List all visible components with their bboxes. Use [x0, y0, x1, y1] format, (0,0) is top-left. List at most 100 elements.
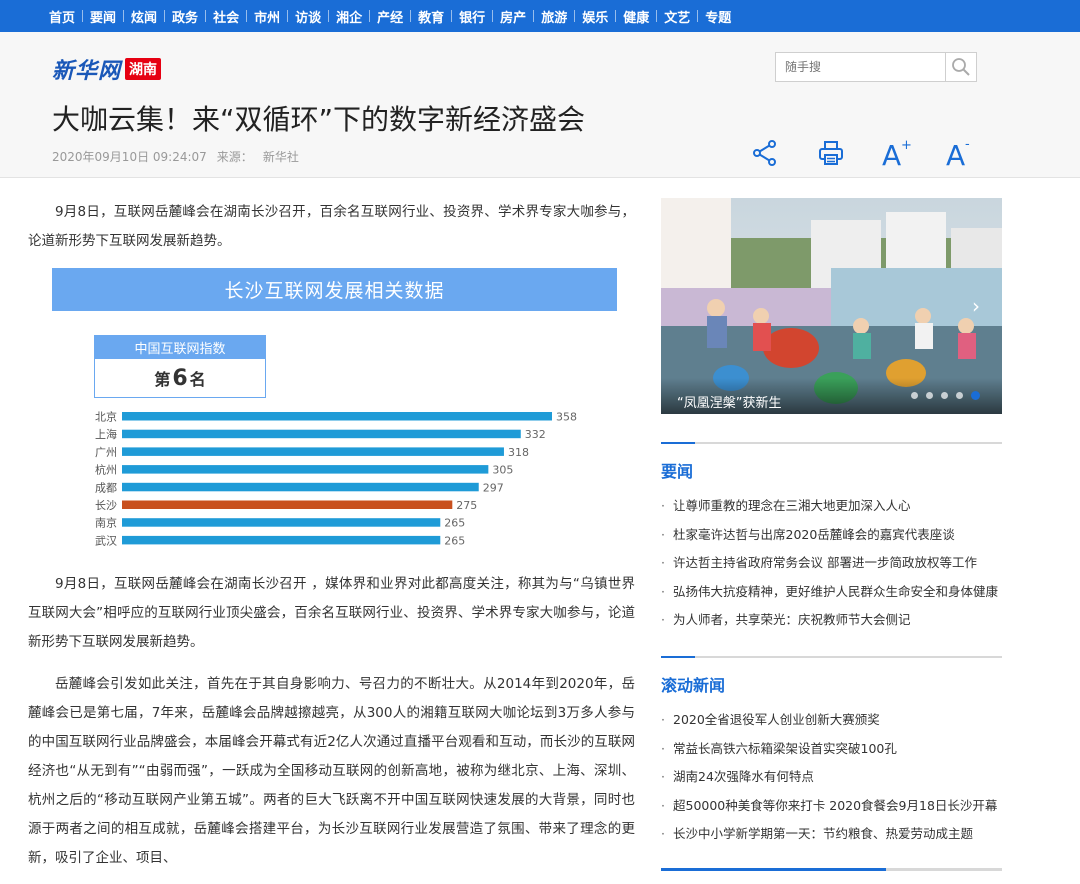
photo-slider[interactable]: › “凤凰涅槃”获新生 [661, 198, 1002, 414]
article-paragraph-1: 9月8日，互联网岳麓峰会在湖南长沙召开，百余名互联网行业、投资界、学术界专家大咖… [28, 204, 635, 249]
nav-item: 银行 [451, 7, 492, 26]
search-button[interactable] [945, 53, 976, 81]
bar [122, 482, 479, 492]
section-divider [661, 868, 1002, 871]
section-title[interactable]: 要闻 [661, 458, 1002, 481]
article-header: 新华网 湖南 大咖云集！来“双循环”下的数字新经济盛会 2020年09月10日 … [0, 32, 1080, 178]
nav-link[interactable]: 产经 [370, 7, 410, 26]
bar-value-label: 332 [525, 428, 546, 441]
nav-link[interactable]: 银行 [452, 7, 492, 26]
infographic: 长沙互联网发展相关数据 中国互联网指数 第6名 北京 358 上海 332 广州 318 杭… [52, 268, 617, 554]
news-link[interactable]: 2020全省退役军人创业创新大赛颁奖 [661, 706, 1002, 735]
bar [122, 465, 489, 474]
nav-link[interactable]: 教育 [411, 7, 451, 26]
bar [122, 412, 552, 421]
nav-item: 市州 [246, 7, 287, 26]
bar-value-label: 265 [444, 517, 465, 530]
nav-link[interactable]: 健康 [616, 7, 656, 26]
nav-link[interactable]: 访谈 [288, 7, 328, 26]
article-datetime: 2020年09月10日 09:24:07 [52, 150, 207, 164]
nav-item: 健康 [615, 7, 656, 26]
site-logo[interactable]: 新华网 湖南 [52, 54, 162, 84]
font-increase-icon: A + [882, 138, 911, 169]
news-link[interactable]: 让尊师重教的理念在三湘大地更加深入人心 [661, 492, 1002, 521]
slider-dot[interactable] [956, 392, 963, 399]
city-bar-chart: 北京 358 上海 332 广州 318 杭州 305 成都 297 长沙 275 南京 265 武汉 265 [95, 410, 577, 548]
bar-value-label: 275 [456, 499, 477, 512]
bar [122, 447, 504, 456]
bar-category-label: 广州 [95, 446, 117, 459]
nav-link[interactable]: 娱乐 [575, 7, 615, 26]
nav-link[interactable]: 首页 [42, 7, 82, 26]
share-button[interactable] [748, 136, 782, 170]
slider-dot[interactable] [971, 391, 980, 400]
bar-category-label: 成都 [95, 481, 117, 494]
nav-item: 首页 [42, 7, 82, 26]
svg-text:+: + [901, 138, 911, 153]
nav-item: 要闻 [82, 7, 123, 26]
rolling-news-list: 2020全省退役军人创业创新大赛颁奖常益长高铁六标箱梁架设首实突破100孔湖南2… [661, 706, 1002, 849]
svg-text:A: A [946, 139, 965, 169]
svg-text:-: - [965, 137, 970, 152]
bar-value-label: 358 [556, 411, 577, 424]
bar-category-label: 武汉 [95, 534, 117, 547]
print-icon [819, 141, 843, 165]
nav-link[interactable]: 专题 [698, 7, 738, 26]
svg-text:A: A [882, 139, 901, 169]
nav-item: 产经 [369, 7, 410, 26]
search-box [775, 52, 977, 82]
news-link[interactable]: 超50000种美食等你来打卡 2020食餐会9月18日长沙开幕 [661, 792, 1002, 821]
logo-region: 湖南 [125, 58, 162, 80]
news-link[interactable]: 许达哲主持省政府常务会议 部署进一步简政放权等工作 [661, 549, 1002, 578]
font-decrease-icon: A - [946, 137, 970, 169]
font-decrease-button[interactable]: A - [942, 136, 976, 170]
nav-link[interactable]: 市州 [247, 7, 287, 26]
nav-item: 炫闻 [123, 7, 164, 26]
headline-list: 让尊师重教的理念在三湘大地更加深入人心杜家毫许达哲与出席2020岳麓峰会的嘉宾代… [661, 492, 1002, 635]
logo-brand: 新华网 [52, 58, 122, 84]
news-link[interactable]: 杜家毫许达哲与出席2020岳麓峰会的嘉宾代表座谈 [661, 521, 1002, 550]
article-title: 大咖云集！来“双循环”下的数字新经济盛会 [52, 103, 586, 136]
nav-item: 政务 [164, 7, 205, 26]
news-link[interactable]: 为人师者，共享荣光：庆祝教师节大会侧记 [661, 606, 1002, 635]
search-input[interactable] [776, 53, 944, 81]
article-paragraph-2: 9月8日，互联网岳麓峰会在湖南长沙召开 ，媒体界和业界对此都高度关注，称其为与“… [28, 576, 635, 650]
bar-value-label: 318 [508, 446, 529, 459]
section-title[interactable]: 滚动新闻 [661, 672, 1002, 695]
bar-category-label: 北京 [95, 410, 117, 424]
nav-link[interactable]: 旅游 [534, 7, 574, 26]
source-label: 来源： [216, 150, 253, 164]
print-button[interactable] [814, 136, 848, 170]
nav-item: 教育 [410, 7, 451, 26]
nav-item: 房产 [492, 7, 533, 26]
font-increase-button[interactable]: A + [878, 136, 912, 170]
bar [122, 429, 521, 439]
nav-link[interactable]: 湘企 [329, 7, 369, 26]
bar-value-label: 305 [492, 464, 513, 477]
nav-link[interactable]: 文艺 [657, 7, 697, 26]
nav-item: 社会 [205, 7, 246, 26]
article-source: 新华社 [262, 150, 299, 164]
section-divider [661, 656, 1002, 658]
nav-link[interactable]: 社会 [206, 7, 246, 26]
slider-next-icon[interactable]: › [972, 294, 980, 318]
share-icon [753, 140, 776, 166]
slider-dot[interactable] [926, 392, 933, 399]
bar-category-label: 长沙 [95, 499, 117, 512]
section-headlines: 要闻 让尊师重教的理念在三湘大地更加深入人心杜家毫许达哲与出席2020岳麓峰会的… [661, 442, 1002, 635]
bar [122, 535, 441, 545]
nav-item: 专题 [697, 7, 738, 26]
nav-link[interactable]: 炫闻 [124, 7, 164, 26]
nav-link[interactable]: 政务 [165, 7, 205, 26]
slider-dots [911, 391, 980, 400]
bar-category-label: 杭州 [95, 463, 117, 477]
slider-dot[interactable] [941, 392, 948, 399]
nav-link[interactable]: 房产 [493, 7, 533, 26]
news-link[interactable]: 长沙中小学新学期第一天：节约粮食、热爱劳动成主题 [661, 820, 1002, 849]
news-link[interactable]: 湖南24次强降水有何特点 [661, 763, 1002, 792]
news-link[interactable]: 弘扬伟大抗疫精神，更好维护人民群众生命安全和身体健康 [661, 578, 1002, 607]
nav-item: 湘企 [328, 7, 369, 26]
news-link[interactable]: 常益长高铁六标箱梁架设首实突破100孔 [661, 735, 1002, 764]
slider-dot[interactable] [911, 392, 918, 399]
nav-link[interactable]: 要闻 [83, 7, 123, 26]
